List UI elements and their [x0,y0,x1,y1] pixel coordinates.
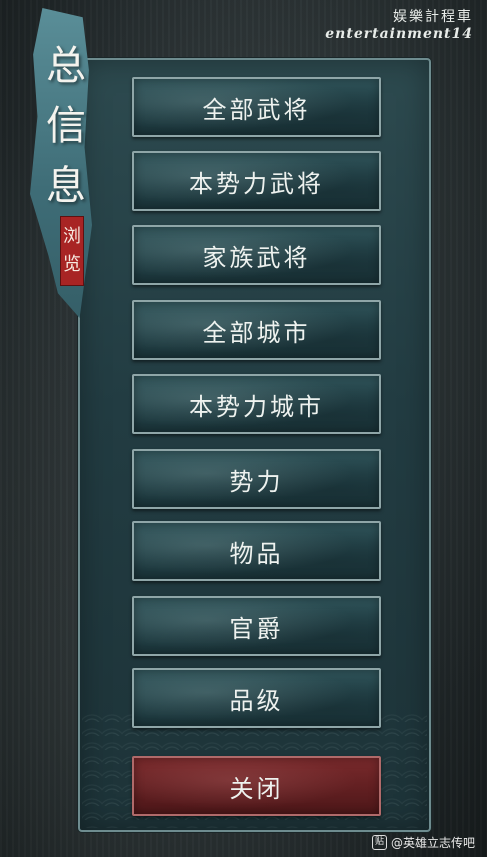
title-char-3: 息 [46,163,86,209]
title-char-2: 信 [46,103,86,149]
close-button[interactable]: 关闭 [132,756,381,816]
panel-title: 总 信 息 [40,36,92,216]
seal-char-1: 浏 [63,226,81,247]
watermark: 娱樂計程車 entertainment14 [325,6,473,42]
ranks-button[interactable]: 品级 [132,668,381,728]
titles-button[interactable]: 官爵 [132,596,381,656]
items-button[interactable]: 物品 [132,521,381,581]
watermark-chinese: 娱樂計程車 [393,9,473,25]
tieba-icon: 贴 [371,835,387,850]
faction-cities-button[interactable]: 本势力城市 [132,374,381,434]
clan-generals-button[interactable]: 家族武将 [132,225,381,285]
watermark-latin: entertainment14 [325,26,473,42]
all-generals-button[interactable]: 全部武将 [132,77,381,137]
all-cities-button[interactable]: 全部城市 [132,300,381,360]
faction-generals-button[interactable]: 本势力武将 [132,151,381,211]
factions-button[interactable]: 势力 [132,449,381,509]
source-credit: 贴 @英雄立志传吧 [371,834,475,851]
title-char-1: 总 [46,43,86,89]
credit-text: @英雄立志传吧 [390,836,475,850]
seal-char-2: 览 [63,254,81,275]
browse-seal: 浏 览 [60,216,84,286]
